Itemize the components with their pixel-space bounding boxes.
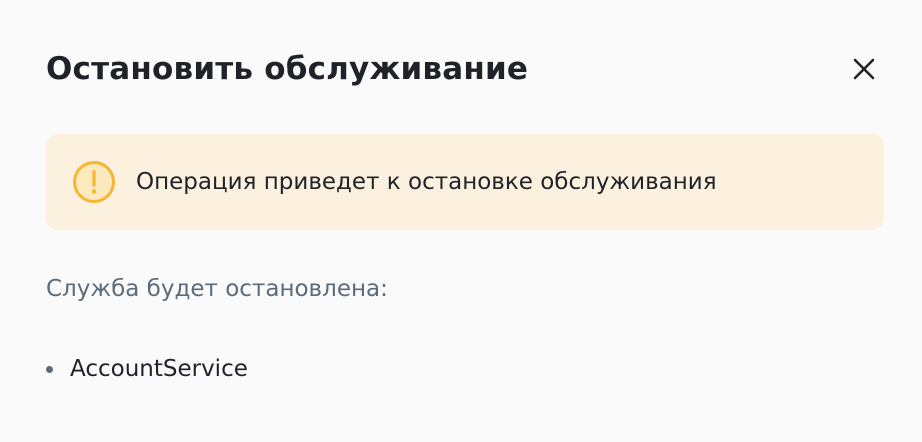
dialog-title: Остановить обслуживание [46,51,529,87]
close-button[interactable] [848,53,880,85]
dialog-header: Остановить обслуживание [46,46,876,92]
warning-alert: Операция приведет к остановке обслуживан… [46,134,884,230]
service-name: AccountService [70,356,248,382]
service-list: AccountService [46,352,248,386]
stop-service-dialog: Остановить обслуживание Операция приведе… [0,0,922,442]
list-item: AccountService [46,352,248,386]
services-label: Служба будет остановлена: [46,276,388,302]
warning-icon [72,160,116,204]
close-icon [853,58,875,80]
bullet-icon [46,365,53,373]
alert-message: Операция приведет к остановке обслуживан… [136,169,717,195]
